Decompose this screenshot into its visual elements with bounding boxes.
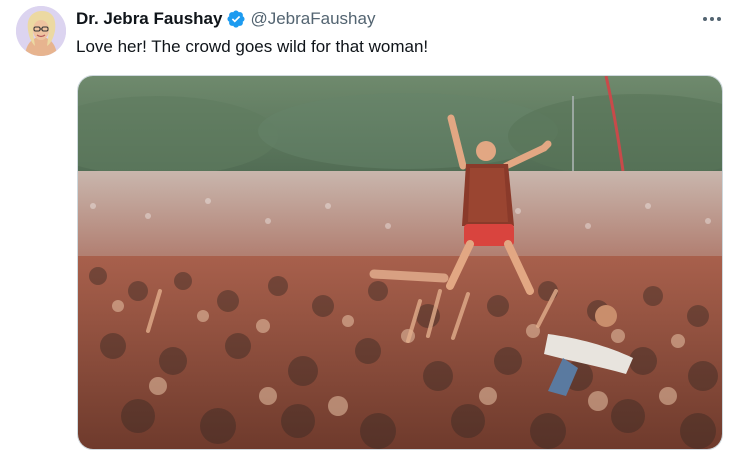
- tweet-media-photo[interactable]: [77, 75, 723, 450]
- tweet-header: Dr. Jebra Faushay @JebraFaushay: [76, 8, 375, 30]
- tweet-text: Love her! The crowd goes wild for that w…: [76, 37, 429, 56]
- more-options-button[interactable]: [700, 10, 724, 28]
- author-avatar[interactable]: [16, 6, 66, 56]
- avatar-portrait-icon: [16, 6, 66, 56]
- author-display-name[interactable]: Dr. Jebra Faushay: [76, 9, 222, 29]
- author-handle[interactable]: @JebraFaushay: [250, 9, 375, 29]
- verified-badge-icon: [226, 9, 246, 29]
- tweet-card[interactable]: Dr. Jebra Faushay @JebraFaushay Love her…: [0, 0, 732, 452]
- crowd-photo-image: [78, 76, 722, 449]
- more-options-icon: [703, 17, 721, 21]
